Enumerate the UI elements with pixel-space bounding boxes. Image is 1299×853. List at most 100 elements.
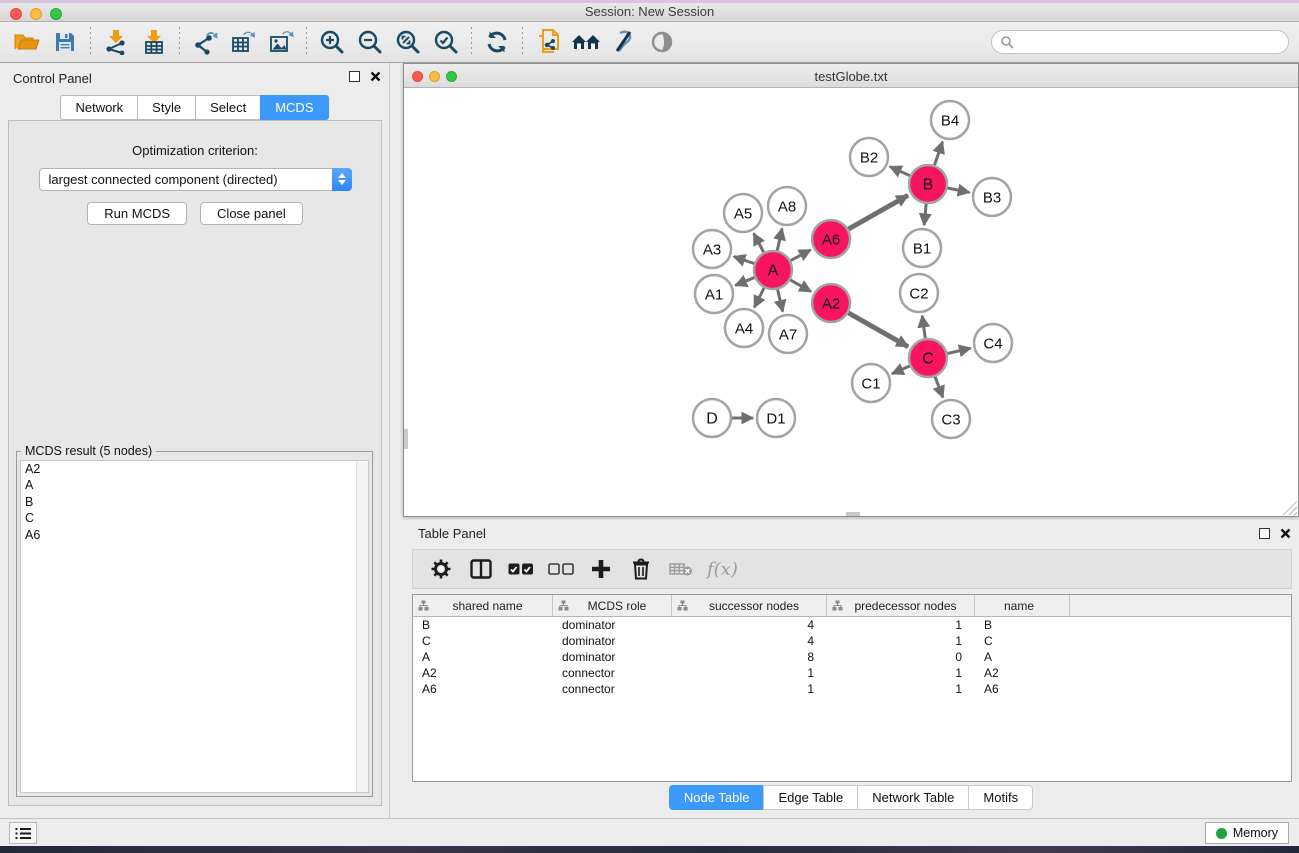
close-table-panel-icon[interactable] — [1280, 528, 1291, 539]
column-header[interactable]: successor nodes — [672, 595, 827, 616]
edge-B-B1[interactable] — [924, 204, 926, 225]
node-A2[interactable]: A2 — [812, 284, 850, 322]
node-A[interactable]: A — [754, 251, 792, 289]
edge-A-A6[interactable] — [791, 250, 811, 261]
column-header[interactable]: MCDS role — [553, 595, 672, 616]
table-cell[interactable]: A2 — [413, 666, 553, 680]
tab-network[interactable]: Network — [60, 95, 137, 120]
table-row[interactable]: Adominator80A — [413, 649, 1291, 665]
tab-motifs[interactable]: Motifs — [968, 785, 1033, 810]
deselect-all-button[interactable] — [543, 553, 579, 585]
memory-button[interactable]: Memory — [1205, 822, 1289, 844]
table-cell[interactable]: C — [975, 634, 1070, 648]
edge-A-A4[interactable] — [754, 288, 764, 308]
network-overview-button[interactable] — [529, 25, 567, 59]
canvas-vscroll-thumb[interactable] — [404, 429, 408, 449]
table-row[interactable]: A2connector11A2 — [413, 665, 1291, 681]
edge-A6-B[interactable] — [848, 195, 908, 229]
network-canvas[interactable]: AA1A2A3A4A5A6A7A8BB1B2B3B4CC1C2C3C4DD1 — [404, 88, 1298, 516]
table-cell[interactable]: dominator — [553, 650, 672, 664]
edge-A-A8[interactable] — [777, 228, 782, 250]
node-C1[interactable]: C1 — [852, 364, 890, 402]
edge-A-A2[interactable] — [790, 280, 811, 292]
table-cell[interactable]: A6 — [975, 682, 1070, 696]
delete-table-button[interactable] — [663, 553, 699, 585]
node-B3[interactable]: B3 — [973, 178, 1011, 216]
table-settings-button[interactable] — [423, 553, 459, 585]
table-cell[interactable]: 1 — [827, 618, 975, 632]
tab-network-table[interactable]: Network Table — [857, 785, 968, 810]
table-cell[interactable]: C — [413, 634, 553, 648]
function-builder-button[interactable]: f(x) — [707, 559, 738, 580]
node-A7[interactable]: A7 — [769, 315, 807, 353]
node-D1[interactable]: D1 — [757, 399, 795, 437]
edge-B-B4[interactable] — [935, 142, 943, 165]
edge-C-C4[interactable] — [947, 348, 970, 353]
float-panel-icon[interactable] — [349, 71, 360, 82]
node-A6[interactable]: A6 — [812, 220, 850, 258]
edge-A2-C[interactable] — [848, 313, 908, 347]
node-table[interactable]: shared nameMCDS rolesuccessor nodesprede… — [412, 594, 1292, 782]
table-cell[interactable]: A — [413, 650, 553, 664]
hide-annotations-button[interactable] — [605, 25, 643, 59]
node-B4[interactable]: B4 — [931, 101, 969, 139]
task-history-button[interactable] — [9, 822, 37, 844]
zoom-fit-button[interactable] — [389, 25, 427, 59]
delete-row-button[interactable] — [623, 553, 659, 585]
edge-A-A3[interactable] — [734, 256, 754, 263]
table-cell[interactable]: connector — [553, 682, 672, 696]
column-header[interactable]: name — [975, 595, 1070, 616]
table-cell[interactable]: 1 — [672, 682, 827, 696]
tab-mcds[interactable]: MCDS — [260, 95, 328, 120]
table-row[interactable]: A6connector11A6 — [413, 681, 1291, 697]
table-cell[interactable]: 1 — [672, 666, 827, 680]
table-cell[interactable]: connector — [553, 666, 672, 680]
node-B1[interactable]: B1 — [903, 229, 941, 267]
table-row[interactable]: Cdominator41C — [413, 633, 1291, 649]
canvas-hscroll-thumb[interactable] — [846, 512, 860, 516]
zoom-selected-button[interactable] — [427, 25, 465, 59]
node-D[interactable]: D — [693, 399, 731, 437]
mcds-result-item[interactable]: C — [21, 511, 368, 528]
table-cell[interactable]: A6 — [413, 682, 553, 696]
node-A8[interactable]: A8 — [768, 187, 806, 225]
select-all-button[interactable] — [503, 553, 539, 585]
column-header[interactable]: predecessor nodes — [827, 595, 975, 616]
table-cell[interactable]: B — [413, 618, 553, 632]
add-row-button[interactable] — [583, 553, 619, 585]
node-A1[interactable]: A1 — [695, 275, 733, 313]
table-cell[interactable]: B — [975, 618, 1070, 632]
edge-C-C2[interactable] — [922, 316, 925, 338]
search-input[interactable] — [1014, 32, 1288, 52]
table-cell[interactable]: dominator — [553, 634, 672, 648]
mcds-result-item[interactable]: A2 — [21, 461, 368, 478]
edge-A-A5[interactable] — [754, 233, 764, 252]
mcds-result-item[interactable]: A — [21, 478, 368, 495]
criterion-dropdown[interactable]: largest connected component (directed) — [39, 168, 352, 191]
home-pages-button[interactable] — [567, 25, 605, 59]
edge-B-B2[interactable] — [890, 167, 910, 176]
zoom-in-button[interactable] — [313, 25, 351, 59]
float-table-panel-icon[interactable] — [1259, 528, 1270, 539]
tab-style[interactable]: Style — [137, 95, 195, 120]
table-cell[interactable]: 4 — [672, 634, 827, 648]
table-cell[interactable]: 1 — [827, 666, 975, 680]
tab-edge-table[interactable]: Edge Table — [763, 785, 857, 810]
table-row[interactable]: Bdominator41B — [413, 617, 1291, 633]
node-C2[interactable]: C2 — [900, 274, 938, 312]
export-table-button[interactable] — [224, 25, 262, 59]
zoom-out-button[interactable] — [351, 25, 389, 59]
node-C[interactable]: C — [909, 339, 947, 377]
apply-layout-button[interactable] — [478, 25, 516, 59]
node-B[interactable]: B — [909, 165, 947, 203]
mcds-result-item[interactable]: A6 — [21, 527, 368, 544]
export-network-button[interactable] — [186, 25, 224, 59]
table-cell[interactable]: 1 — [827, 682, 975, 696]
mcds-result-item[interactable]: B — [21, 494, 368, 511]
table-cell[interactable]: 0 — [827, 650, 975, 664]
tab-node-table[interactable]: Node Table — [669, 785, 764, 810]
table-cell[interactable]: 8 — [672, 650, 827, 664]
edge-C-C3[interactable] — [935, 377, 943, 398]
node-C4[interactable]: C4 — [974, 324, 1012, 362]
table-cell[interactable]: 1 — [827, 634, 975, 648]
